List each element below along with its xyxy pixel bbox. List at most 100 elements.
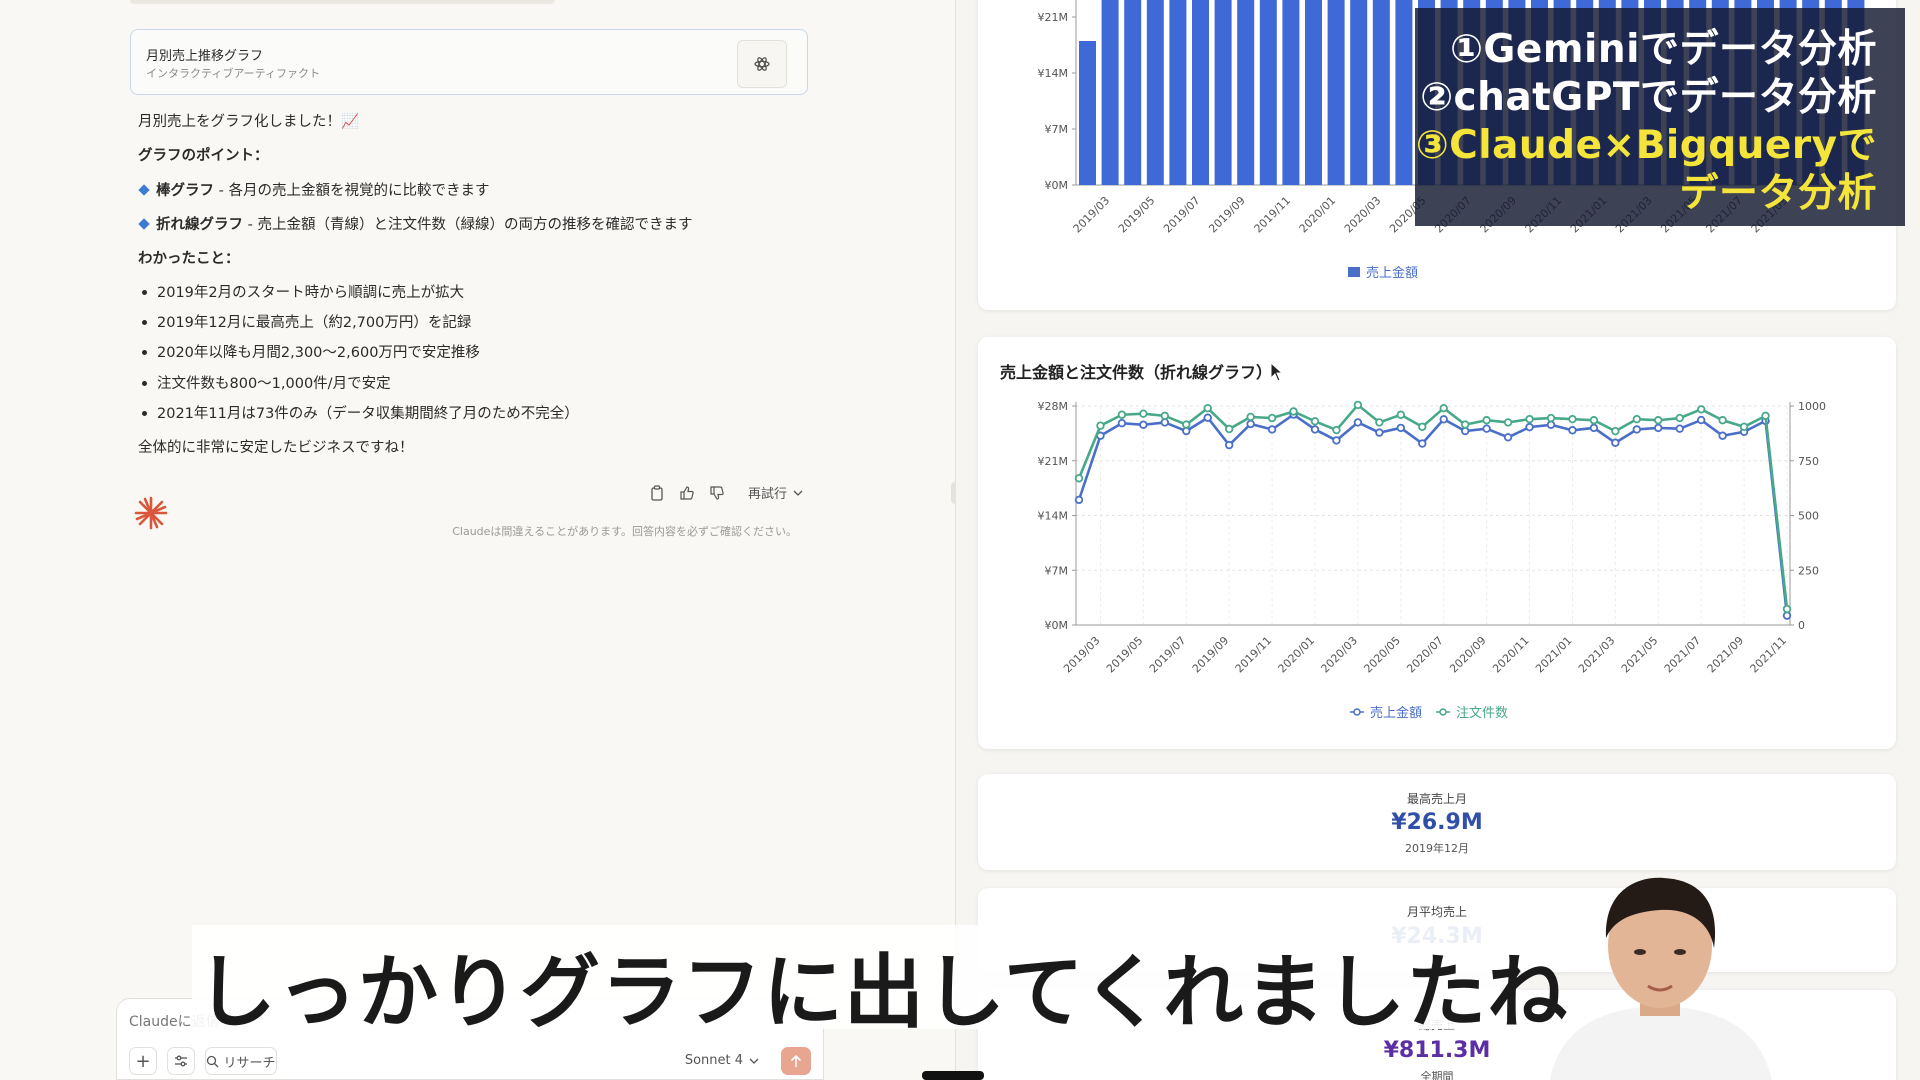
- x-tick-label: 2019/09: [1190, 634, 1232, 676]
- x-tick-label: 2019/03: [1061, 634, 1103, 676]
- orders-point: [1439, 403, 1448, 413]
- diamond-icon: [138, 218, 150, 230]
- message-closing: 全体的に非常に安定したビジネスですね！: [138, 440, 414, 456]
- y-left-tick-label: ¥0M: [1045, 619, 1069, 632]
- legend-label-orders: 注文件数: [1456, 706, 1509, 721]
- mouse-cursor-icon: [1270, 361, 1284, 386]
- sales-point: [1353, 418, 1363, 427]
- settings-button[interactable]: [167, 1047, 195, 1075]
- orders-point: [1696, 405, 1706, 414]
- orders-point: [1632, 414, 1642, 424]
- stat-card-max: 最高売上月 ¥26.9M 2019年12月: [978, 774, 1896, 870]
- bullet-icon: [142, 350, 147, 355]
- legend-label: 売上金額: [1366, 266, 1419, 281]
- chevron-down-icon: [749, 1058, 759, 1064]
- finding-item: 2019年2月のスタート時から順調に売上が拡大: [157, 285, 465, 301]
- overlay-line-4: データ分析: [1679, 171, 1877, 216]
- orders-point: [1739, 422, 1749, 432]
- line-legend: 売上金額 注文件数: [1350, 702, 1508, 721]
- y-right-tick-label: 750: [1798, 455, 1819, 468]
- x-tick-label: 2021/05: [1619, 634, 1661, 676]
- x-tick-label: 2019/03: [1071, 194, 1113, 236]
- sales-point: [1696, 415, 1706, 425]
- bar: [1395, 0, 1413, 185]
- y-tick-label: ¥7M: [1045, 123, 1069, 136]
- artifact-card[interactable]: 月別売上推移グラフ インタラクティブアーティファクト: [130, 29, 808, 95]
- sales-point: [1718, 431, 1727, 440]
- orders-point: [1611, 426, 1620, 436]
- y-tick-label: ¥0M: [1045, 179, 1069, 192]
- orders-point: [1589, 416, 1599, 425]
- research-button[interactable]: リサーチ: [205, 1047, 277, 1075]
- model-selector[interactable]: Sonnet 4: [685, 1053, 759, 1068]
- x-tick-label: 2020/01: [1297, 194, 1339, 236]
- add-button[interactable]: +: [129, 1047, 157, 1075]
- x-tick-label: 2021/03: [1576, 634, 1618, 676]
- chevron-down-icon: [793, 490, 803, 496]
- sales-point: [1418, 439, 1427, 448]
- arrow-up-icon: [790, 1054, 802, 1067]
- orders-point: [1139, 409, 1148, 418]
- sales-point: [1117, 419, 1127, 428]
- orders-point: [1761, 411, 1770, 421]
- artifact-subtitle: インタラクティブアーティファクト: [146, 67, 321, 80]
- bar: [1101, 0, 1119, 185]
- orders-point: [1675, 413, 1684, 423]
- sales-point: [1675, 424, 1684, 433]
- orders-point: [1203, 403, 1212, 413]
- orders-point: [1503, 418, 1513, 427]
- sales-point: [1546, 420, 1556, 429]
- message-actions: 再試行: [648, 483, 803, 502]
- model-label: Sonnet 4: [684, 1053, 743, 1068]
- x-tick-label: 2019/05: [1116, 194, 1158, 236]
- point2-bold: 折れ線グラフ: [156, 217, 243, 233]
- send-button[interactable]: [781, 1047, 811, 1075]
- thumbs-down-icon[interactable]: [708, 484, 726, 502]
- bar: [1372, 0, 1390, 185]
- bar: [1079, 41, 1096, 185]
- stat-value: ¥26.9M: [1391, 810, 1483, 835]
- bar: [1237, 0, 1255, 185]
- stat-label: 最高売上月: [1406, 792, 1467, 806]
- sales-point: [1632, 425, 1642, 434]
- point1-bold: 棒グラフ: [156, 183, 214, 199]
- y-left-tick-label: ¥7M: [1045, 564, 1069, 577]
- video-subtitle: しっかりグラフに出してくれましたね: [196, 946, 1569, 1039]
- bar: [1259, 0, 1277, 185]
- line-chart: ¥0M¥7M¥14M¥21M¥28M025050075010002019/03 2…: [1038, 400, 1827, 676]
- y-left-tick-label: ¥14M: [1038, 510, 1069, 523]
- retry-label: 再試行: [748, 487, 788, 502]
- message-intro: 月別売上をグラフ化しました！📈: [138, 114, 360, 130]
- diamond-icon: [138, 184, 150, 196]
- video-title-overlay: ①Geminiでデータ分析 ②chatGPTでデータ分析 ③Claude×Big…: [1415, 8, 1905, 226]
- thumbs-up-icon[interactable]: [678, 484, 696, 502]
- search-icon: [207, 1055, 219, 1067]
- artifact-icon[interactable]: [737, 40, 787, 88]
- claude-logo-icon: [134, 496, 168, 534]
- sales-point: [1525, 422, 1534, 432]
- x-tick-label: 2020/03: [1319, 634, 1361, 676]
- x-tick-label: 2019/09: [1206, 194, 1248, 236]
- research-label: リサーチ: [223, 1055, 276, 1071]
- y-right-tick-label: 500: [1798, 510, 1819, 523]
- copy-icon[interactable]: [648, 484, 666, 502]
- x-tick-label: 2020/11: [1490, 634, 1532, 676]
- sales-point: [1160, 418, 1170, 427]
- disclaimer: Claudeは間違えることがあります。回答内容を必ずご確認ください。: [452, 525, 797, 538]
- x-tick-label: 2021/11: [1748, 634, 1790, 676]
- y-right-tick-label: 0: [1798, 619, 1805, 632]
- points-heading: グラフのポイント：: [138, 148, 269, 164]
- sales-point: [1310, 425, 1320, 434]
- bar: [1305, 0, 1322, 185]
- orders-point: [1074, 474, 1084, 483]
- x-tick-label: 2021/01: [1533, 634, 1575, 676]
- retry-button[interactable]: 再試行: [748, 483, 803, 502]
- point-line-chart: 折れ線グラフ - 売上金額（青線）と注文件数（緑線）の両方の推移を確認できます: [138, 213, 692, 234]
- orders-point: [1096, 421, 1105, 430]
- orders-point: [1310, 417, 1320, 426]
- sales-point: [1267, 425, 1277, 434]
- sales-point: [1139, 420, 1148, 429]
- stat-date: 2019年12月: [1405, 842, 1469, 855]
- legend-label-sales: 売上金額: [1370, 706, 1423, 721]
- orders-point: [1718, 416, 1727, 425]
